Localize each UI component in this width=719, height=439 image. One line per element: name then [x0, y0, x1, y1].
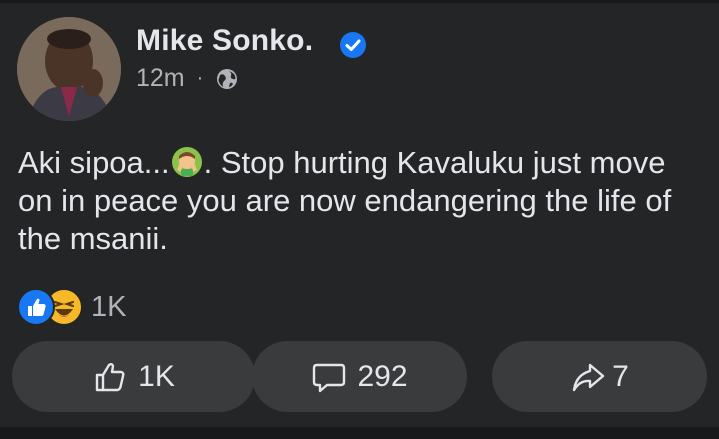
like-reaction-icon — [17, 288, 55, 326]
post-meta: 12m · — [136, 64, 239, 93]
thumbs-up-icon — [95, 362, 125, 391]
divider — [0, 427, 719, 439]
reaction-summary[interactable]: 1K — [17, 288, 126, 326]
comment-count: 292 — [357, 359, 408, 393]
reaction-count: 1K — [91, 290, 127, 323]
like-button[interactable]: 1K — [12, 341, 255, 412]
share-count: 7 — [612, 359, 629, 393]
like-count: 1K — [138, 359, 175, 393]
post-text-part-1: Aki sipoa... — [18, 145, 170, 180]
author-name[interactable]: Mike Sonko. — [136, 24, 313, 58]
post-timestamp[interactable]: 12m — [136, 64, 185, 93]
share-arrow-icon — [572, 363, 605, 391]
post-text: Aki sipoa... . Stop hurting Kavaluku jus… — [18, 144, 708, 258]
face-palm-hands-emoji — [171, 147, 202, 177]
comment-bubble-icon — [313, 363, 346, 392]
post-card: Mike Sonko. 12m · Aki sipoa... . Stop hu… — [0, 0, 719, 439]
avatar[interactable] — [17, 17, 121, 121]
share-button[interactable]: 7 — [492, 341, 707, 412]
meta-separator: · — [196, 67, 204, 89]
divider — [0, 0, 719, 3]
globe-icon[interactable] — [215, 67, 239, 91]
comment-button[interactable]: 292 — [252, 341, 467, 412]
profile-photo — [17, 17, 121, 121]
verified-badge-icon — [340, 32, 366, 58]
